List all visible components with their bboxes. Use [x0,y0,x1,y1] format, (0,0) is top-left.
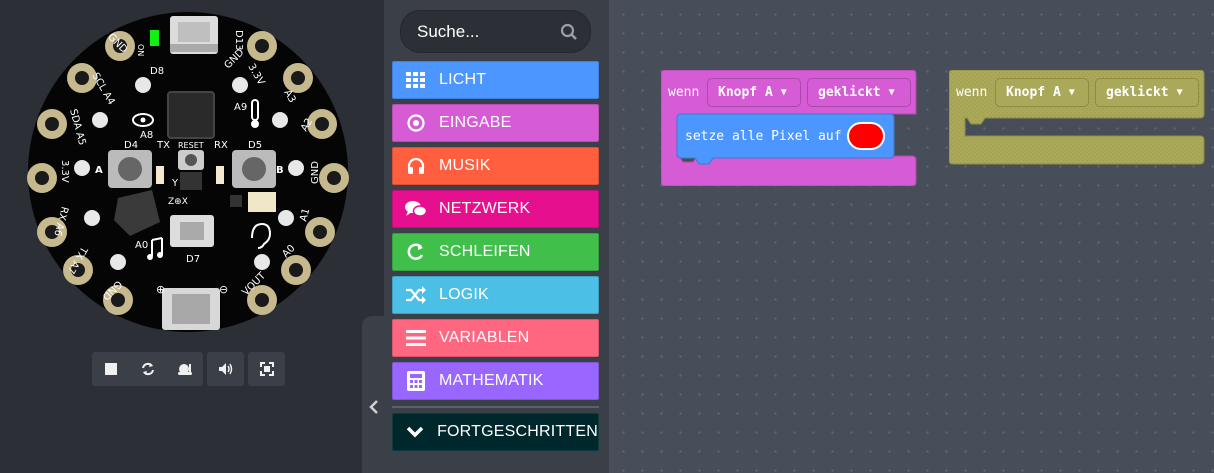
category-label: VARIABLEN [439,329,530,346]
pin-label: ⊕ [156,283,165,296]
list-icon [406,330,426,346]
chevron-left-icon [369,400,378,414]
fullscreen-button[interactable] [248,352,285,386]
category-label: MUSIK [439,157,491,174]
category-logik[interactable]: LOGIK [392,276,599,314]
caret-down-icon: ▼ [1068,87,1075,98]
pin-label: A9 [234,102,247,113]
category-variablen[interactable]: VARIABLEN [392,319,599,357]
toolbox: LICHT EINGABE MUSIK NETZWERK SCHLEIFEN L… [384,0,608,473]
block-hat-label: wenn [956,85,988,100]
caret-down-icon: ▼ [888,87,895,98]
category-schleifen[interactable]: SCHLEIFEN [392,233,599,271]
snail-icon [177,364,192,375]
grid-icon [406,72,425,88]
pin-label: A0 [135,240,148,251]
dropdown-value: Knopf A [718,85,773,100]
search-icon[interactable] [560,23,578,41]
pin-label: ON [136,44,145,56]
category-label: NETZWERK [439,200,531,217]
category-netzwerk[interactable]: NETZWERK [392,190,599,228]
pin-label: Y [171,178,179,189]
loop-icon [407,243,424,260]
stop-button[interactable] [92,352,129,386]
pin-label: ⊖ [219,283,228,296]
chevron-down-icon [406,426,424,438]
toolbox-divider [392,406,599,408]
search-box [400,10,591,53]
restart-button[interactable] [129,352,166,386]
block-hat-label: wenn [668,85,700,100]
pin-label: D13 [233,30,244,50]
calculator-icon [407,371,425,391]
pin-label: GND [310,161,321,184]
category-eingabe[interactable]: EINGABE [392,104,599,142]
pin-label: 3.3V [59,160,70,183]
event-block-button-a[interactable]: wenn Knopf A ▼ geklickt ▼ setze alle Pixel… [661,70,917,186]
caret-down-icon: ▼ [1176,87,1183,98]
category-label: LICHT [439,71,487,88]
category-label: MATHEMATIK [439,372,544,389]
slowmo-button[interactable] [166,352,203,386]
category-label: LOGIK [439,286,489,303]
volume-icon [218,363,232,375]
category-label: SCHLEIFEN [439,243,531,260]
button-a-label: A [95,165,103,176]
circuit-playground-board[interactable]: GND SCL A4 SDA A5 3.3V RX A6 TX A7 GND G… [0,0,384,350]
button-dropdown[interactable]: Knopf A ▼ [995,78,1089,107]
dropdown-value: geklickt [818,85,881,100]
pin-label: A8 [140,130,153,141]
pin-label: D4 [124,140,138,151]
mute-button[interactable] [207,352,244,386]
category-licht[interactable]: LICHT [392,61,599,99]
target-icon [407,114,425,132]
category-fortgeschritten[interactable]: FORTGESCHRITTEN [392,413,599,451]
search-input[interactable] [417,21,557,42]
shuffle-icon [406,286,426,304]
simulator-panel: GND SCL A4 SDA A5 3.3V RX A6 TX A7 GND G… [0,0,384,473]
button-dropdown[interactable]: Knopf A ▼ [707,78,801,107]
blocks-workspace[interactable]: wenn Knopf A ▼ geklickt ▼ setze alle Pixel… [608,0,1214,473]
pin-label: Z⊕X [168,197,188,207]
dropdown-value: Knopf A [1006,85,1061,100]
refresh-icon [141,362,154,376]
fullscreen-icon [259,362,274,376]
stop-icon [104,363,117,375]
simulator-controls [92,352,289,386]
pin-label: D5 [248,140,262,151]
event-dropdown[interactable]: geklickt ▼ [807,78,911,107]
chat-icon [405,201,427,217]
pin-label: TX [156,140,170,151]
headphones-icon [407,157,425,174]
pin-label: RX [214,140,228,151]
event-block-button-a-disabled[interactable]: wenn Knopf A ▼ geklickt ▼ [949,70,1205,166]
category-label: EINGABE [439,114,512,131]
category-label: FORTGESCHRITTEN [437,423,598,440]
pixel-color-picker[interactable] [847,122,885,150]
pin-label: RESET [178,141,204,150]
button-b-label: B [276,165,284,176]
statement-label: setze alle Pixel auf [685,129,842,144]
pin-label: D7 [186,254,200,265]
collapse-simulator-button[interactable] [364,392,384,422]
category-musik[interactable]: MUSIK [392,147,599,185]
caret-down-icon: ▼ [780,87,787,98]
pin-label: D8 [150,66,164,77]
dropdown-value: geklickt [1106,85,1169,100]
event-dropdown[interactable]: geklickt ▼ [1095,78,1199,107]
category-mathematik[interactable]: MATHEMATIK [392,362,599,400]
